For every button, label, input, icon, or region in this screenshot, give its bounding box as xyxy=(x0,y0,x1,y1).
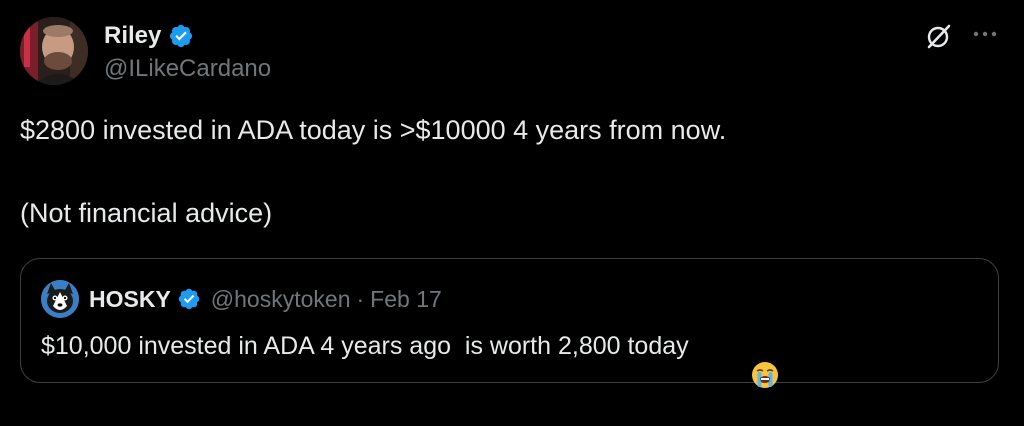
tweet[interactable]: Riley @ILikeCardano $2800 invested in AD… xyxy=(0,0,1024,403)
quoted-tweet[interactable]: HOSKY @hoskytoken · Feb 17 $10,000 inves… xyxy=(20,258,999,388)
tweet-text-line1: $2800 invested in ADA today is >$10000 4… xyxy=(20,115,727,145)
author-display-name[interactable]: Riley xyxy=(104,22,161,50)
quoted-tweet-date[interactable]: Feb 17 xyxy=(370,286,442,313)
author-avatar[interactable] xyxy=(20,17,88,85)
grok-icon[interactable] xyxy=(925,22,953,50)
author-handle[interactable]: @ILikeCardano xyxy=(104,55,271,83)
loudly-crying-face-icon xyxy=(695,331,779,388)
quoted-tweet-text-row: $10,000 invested in ADA 4 years ago is w… xyxy=(41,331,779,388)
quoted-author-handle[interactable]: @hoskytoken xyxy=(211,286,351,313)
tweet-text-line2: (Not financial advice) xyxy=(20,198,273,228)
quoted-author-row[interactable]: HOSKY @hoskytoken · Feb 17 xyxy=(89,283,442,315)
separator-dot: · xyxy=(356,285,365,312)
quoted-author-name[interactable]: HOSKY xyxy=(89,286,171,313)
author-name-row[interactable]: Riley xyxy=(104,20,194,52)
verified-badge-icon xyxy=(168,23,194,49)
quoted-author-avatar[interactable] xyxy=(41,280,79,318)
quoted-verified-badge-icon xyxy=(177,287,201,311)
quoted-tweet-text: $10,000 invested in ADA 4 years ago is w… xyxy=(41,331,689,360)
more-icon[interactable] xyxy=(971,22,999,46)
